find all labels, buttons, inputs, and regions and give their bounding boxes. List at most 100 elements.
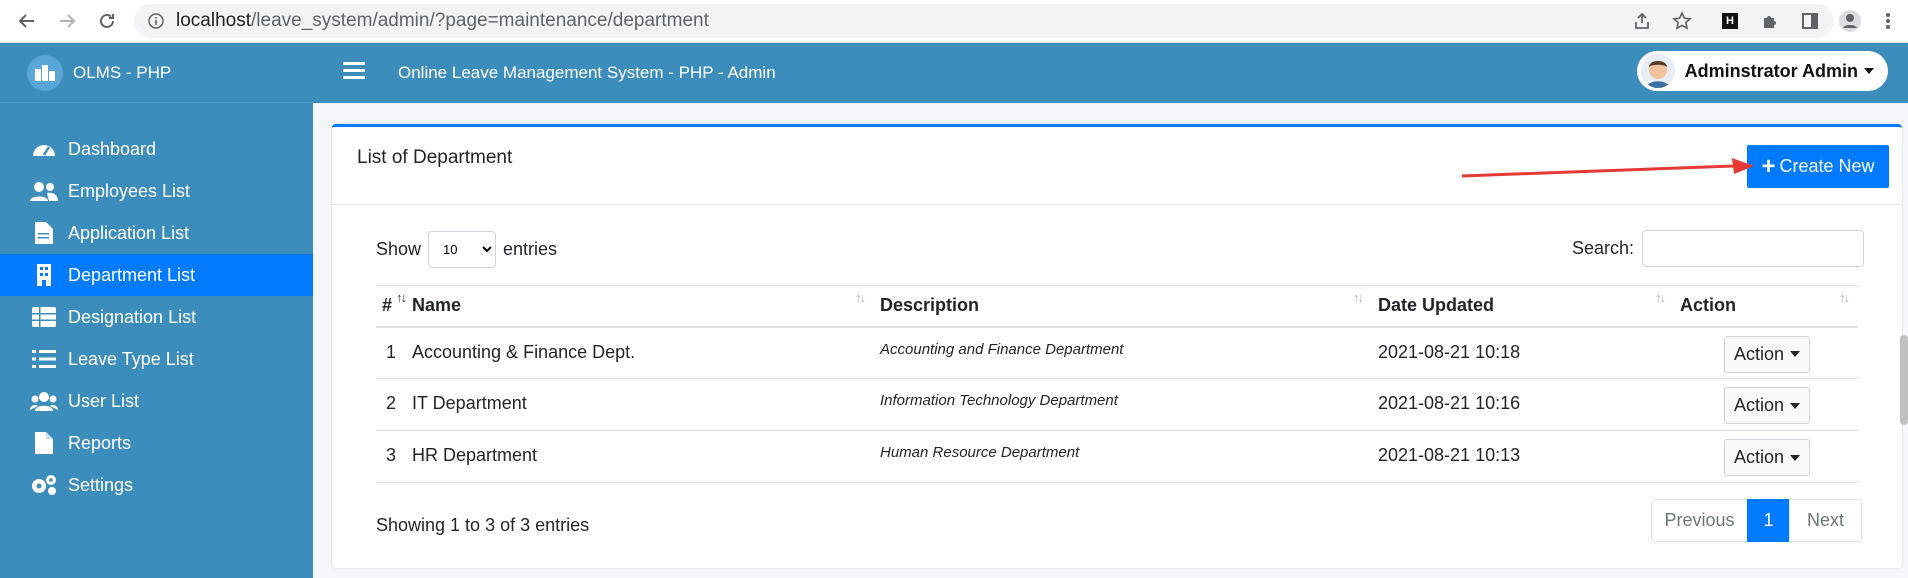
row-name: Accounting & Finance Dept. xyxy=(406,326,874,379)
site-info-icon[interactable] xyxy=(148,13,164,34)
extensions-puzzle-icon[interactable] xyxy=(1758,9,1782,33)
action-dropdown-button[interactable]: Action xyxy=(1724,335,1810,373)
bookmark-star-icon[interactable] xyxy=(1670,9,1694,33)
column-header-date-updated[interactable]: Date Updated ↑↓ xyxy=(1372,285,1674,328)
list-icon xyxy=(30,347,58,371)
sidebar-item-dashboard[interactable]: Dashboard xyxy=(0,128,313,170)
sort-icon: ↑↓ xyxy=(1839,290,1850,305)
row-description: Information Technology Department xyxy=(874,378,1372,431)
avatar xyxy=(1640,54,1675,88)
url-text: localhost/leave_system/admin/?page=maint… xyxy=(176,10,709,31)
sort-asc-icon: ↑↓ xyxy=(396,290,407,305)
page-title: List of Department xyxy=(357,147,513,168)
row-date: 2021-08-21 10:13 xyxy=(1372,430,1674,483)
address-bar[interactable]: localhost/leave_system/admin/?page=maint… xyxy=(134,4,1834,38)
caret-down-icon xyxy=(1790,351,1801,357)
sidebar-item-departments[interactable]: Department List xyxy=(0,254,313,296)
user-dropdown[interactable]: Adminstrator Admin xyxy=(1636,51,1888,91)
sidebar-item-employees[interactable]: Employees List xyxy=(0,170,313,212)
show-label: Show xyxy=(376,239,422,259)
brand[interactable]: OLMS - PHP xyxy=(0,43,313,103)
row-name: IT Department xyxy=(406,378,874,431)
dashboard-icon xyxy=(30,137,58,161)
department-card: List of Department + Create New Show 10 … xyxy=(332,124,1902,568)
sidebar-item-label: Leave Type List xyxy=(68,348,194,369)
annotation-arrow-icon xyxy=(1461,158,1754,178)
table-row: 3 HR Department Human Resource Departmen… xyxy=(376,430,1858,483)
page-length-control: Show 10 entries xyxy=(376,231,557,268)
sort-icon: ↑↓ xyxy=(855,290,866,305)
row-name: HR Department xyxy=(406,430,874,483)
side-panel-icon[interactable] xyxy=(1798,9,1822,33)
action-dropdown-button[interactable]: Action xyxy=(1724,439,1810,476)
column-header-description[interactable]: Description ↑↓ xyxy=(874,285,1372,328)
scrollbar[interactable] xyxy=(1900,335,1908,425)
search-control: Search: xyxy=(1572,230,1865,267)
browser-menu-icon[interactable] xyxy=(1876,9,1900,33)
column-header-name[interactable]: Name ↑↓ xyxy=(406,285,874,328)
page-length-select[interactable]: 10 xyxy=(428,231,497,268)
search-label: Search: xyxy=(1572,238,1635,258)
create-new-button[interactable]: + Create New xyxy=(1747,145,1889,188)
pagination-previous[interactable]: Previous xyxy=(1651,499,1748,542)
sort-icon: ↑↓ xyxy=(1655,290,1666,305)
menu-toggle-icon[interactable] xyxy=(343,62,365,82)
action-dropdown-button[interactable]: Action xyxy=(1724,387,1810,424)
row-num: 1 xyxy=(376,326,406,379)
users-icon xyxy=(30,179,58,203)
sidebar-item-label: Department List xyxy=(68,264,196,285)
user-name: Adminstrator Admin xyxy=(1684,60,1858,81)
create-new-label: Create New xyxy=(1779,156,1875,176)
sort-icon: ↑↓ xyxy=(1353,290,1364,305)
brand-logo-icon xyxy=(27,55,63,91)
profile-icon[interactable] xyxy=(1838,9,1862,33)
chevron-down-icon xyxy=(1864,68,1874,74)
sidebar-item-label: Settings xyxy=(68,474,134,495)
table-icon xyxy=(30,305,58,329)
row-description: Human Resource Department xyxy=(874,430,1372,483)
row-date: 2021-08-21 10:18 xyxy=(1372,326,1674,379)
report-icon xyxy=(30,431,58,455)
pagination-next[interactable]: Next xyxy=(1789,499,1862,542)
sidebar-item-users[interactable]: User List xyxy=(0,380,313,422)
sidebar-item-label: Reports xyxy=(68,432,132,453)
sidebar-item-label: User List xyxy=(68,390,140,411)
sidebar-item-applications[interactable]: Application List xyxy=(0,212,313,254)
row-num: 2 xyxy=(376,378,406,431)
sidebar-item-settings[interactable]: Settings xyxy=(0,464,313,506)
column-header-num[interactable]: # ↑↓ xyxy=(376,285,407,328)
sidebar-item-leave-types[interactable]: Leave Type List xyxy=(0,338,313,380)
caret-down-icon xyxy=(1790,402,1801,409)
sidebar-item-label: Application List xyxy=(68,222,190,243)
pagination: Previous 1 Next xyxy=(1651,499,1862,542)
sidebar-menu: Dashboard Employees List Application Lis… xyxy=(0,128,313,506)
back-icon[interactable] xyxy=(14,8,40,34)
reload-icon[interactable] xyxy=(94,8,120,34)
forward-icon[interactable] xyxy=(54,8,80,34)
sidebar-item-label: Designation List xyxy=(68,306,197,327)
sidebar-item-designations[interactable]: Designation List xyxy=(0,296,313,338)
brand-text: OLMS - PHP xyxy=(73,63,172,82)
extension-h-icon[interactable]: H xyxy=(1718,9,1742,33)
caret-down-icon xyxy=(1790,454,1801,461)
table-info: Showing 1 to 3 of 3 entries xyxy=(376,515,590,535)
sidebar: OLMS - PHP Dashboard Employees List Appl… xyxy=(0,43,313,578)
pagination-page[interactable]: 1 xyxy=(1747,499,1790,542)
building-icon xyxy=(30,263,58,287)
plus-icon: + xyxy=(1761,152,1776,180)
department-table: # ↑↓ Name ↑↓ Description ↑↓ Date Updated ↑↓ … xyxy=(376,285,1858,483)
browser-toolbar: localhost/leave_system/admin/?page=maint… xyxy=(0,0,1908,43)
file-icon xyxy=(30,221,58,245)
sidebar-item-label: Dashboard xyxy=(68,138,157,159)
sidebar-item-label: Employees List xyxy=(68,180,191,201)
top-navbar: Online Leave Management System - PHP - A… xyxy=(313,43,1908,103)
sidebar-item-reports[interactable]: Reports xyxy=(0,422,313,464)
share-icon[interactable] xyxy=(1630,9,1654,33)
gears-icon xyxy=(30,473,58,497)
entries-label: entries xyxy=(503,239,558,259)
table-row: 2 IT Department Information Technology D… xyxy=(376,378,1858,431)
system-title: Online Leave Management System - PHP - A… xyxy=(398,63,776,82)
users-group-icon xyxy=(30,389,58,413)
column-header-action[interactable]: Action ↑↓ xyxy=(1674,285,1858,328)
search-input[interactable] xyxy=(1642,230,1865,267)
